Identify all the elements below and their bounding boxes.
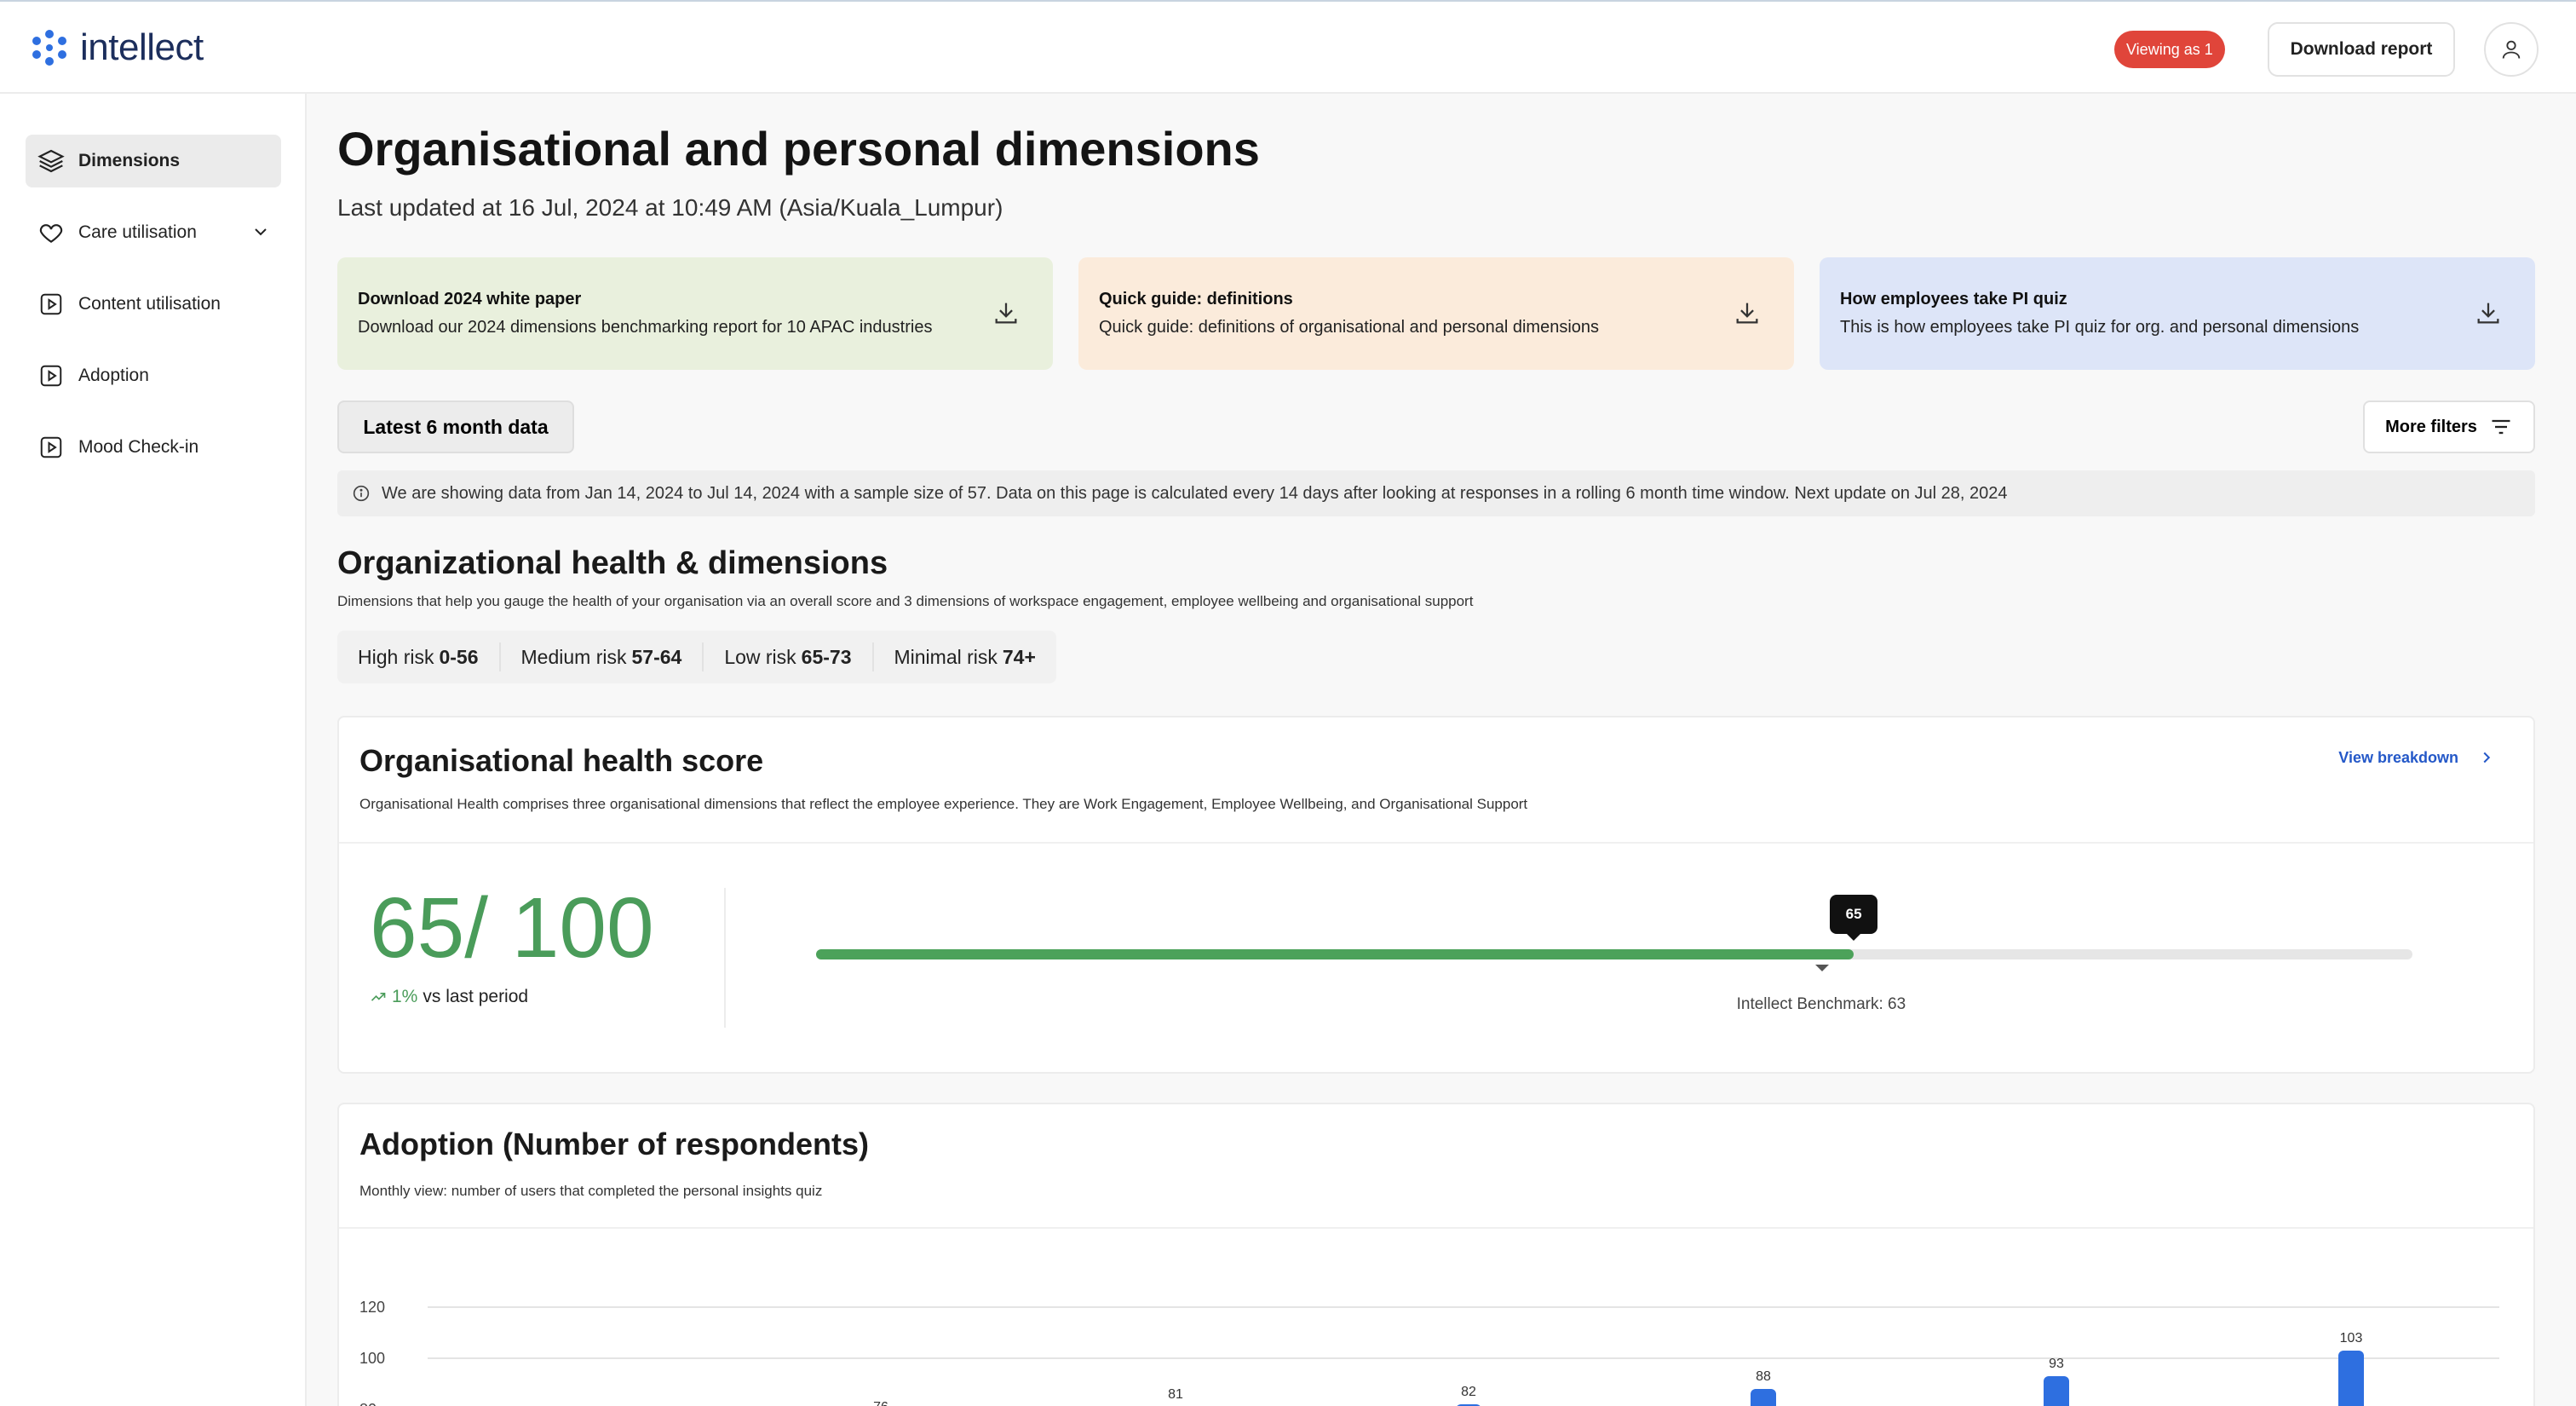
- page-title: Organisational and personal dimensions: [337, 122, 1260, 176]
- card-title: Quick guide: definitions: [1099, 290, 1293, 308]
- bar-value-label: 76: [873, 1400, 888, 1406]
- last-updated-text: Last updated at 16 Jul, 2024 at 10:49 AM…: [337, 194, 1003, 221]
- download-icon[interactable]: [1733, 298, 1762, 331]
- more-filters-button[interactable]: More filters: [2363, 400, 2535, 453]
- sidebar-item-label: Care utilisation: [78, 222, 197, 242]
- logo-text: intellect: [80, 26, 204, 68]
- more-filters-label: More filters: [2385, 417, 2477, 436]
- user-icon: [2502, 40, 2521, 59]
- bar-value-label: 103: [2340, 1331, 2363, 1345]
- adoption-chart: 120 100 80 76 81 82 88 93 103: [359, 1299, 2499, 1406]
- risk-range: 0-56: [439, 645, 479, 668]
- pi-quiz-card[interactable]: How employees take PI quiz This is how e…: [1820, 257, 2535, 370]
- risk-high: High risk 0-56: [337, 642, 501, 671]
- sidebar-item-label: Content utilisation: [78, 294, 221, 314]
- sidebar-item-content-utilisation[interactable]: Content utilisation: [26, 278, 281, 331]
- play-square-icon: [36, 360, 66, 391]
- layers-icon: [36, 146, 66, 176]
- risk-minimal: Minimal risk 74+: [874, 642, 1056, 671]
- adoption-bar[interactable]: [1751, 1389, 1776, 1406]
- sidebar: Dimensions Care utilisation Content util…: [0, 94, 307, 1406]
- bar-value-label: 81: [1168, 1387, 1183, 1402]
- vertical-divider: [724, 888, 726, 1028]
- intellect-logo[interactable]: intellect: [29, 26, 204, 70]
- risk-label: Minimal risk: [894, 645, 998, 668]
- trend-indicator: 1% vs last period: [370, 987, 528, 1007]
- risk-range: 65-73: [801, 645, 852, 668]
- sidebar-item-care-utilisation[interactable]: Care utilisation: [26, 206, 281, 259]
- view-breakdown-link[interactable]: View breakdown: [2338, 748, 2496, 767]
- risk-range: 57-64: [631, 645, 682, 668]
- risk-low: Low risk 65-73: [704, 642, 874, 671]
- quick-guide-card[interactable]: Quick guide: definitions Quick guide: de…: [1078, 257, 1794, 370]
- card-description: Quick guide: definitions of organisation…: [1099, 318, 1600, 337]
- chevron-right-icon: [2483, 752, 2491, 764]
- divider: [339, 842, 2533, 844]
- card-title: Download 2024 white paper: [358, 290, 582, 308]
- health-score-title: Organisational health score: [359, 743, 764, 778]
- view-breakdown-label: View breakdown: [2338, 748, 2458, 766]
- download-report-button[interactable]: Download report: [2268, 22, 2455, 77]
- sidebar-item-adoption[interactable]: Adoption: [26, 349, 281, 402]
- viewing-as-badge: Viewing as 1: [2114, 31, 2225, 68]
- health-score-description: Organisational Health comprises three or…: [359, 796, 1528, 812]
- latest-6-month-chip[interactable]: Latest 6 month data: [337, 400, 574, 453]
- score-progress-track: [816, 949, 2412, 959]
- adoption-bar[interactable]: [2044, 1376, 2069, 1406]
- sidebar-item-dimensions[interactable]: Dimensions: [26, 135, 281, 187]
- download-icon[interactable]: [992, 298, 1021, 331]
- play-square-icon: [36, 432, 66, 463]
- health-score-panel: Organisational health score Organisation…: [337, 716, 2535, 1074]
- benchmark-marker: [1814, 965, 1829, 971]
- sidebar-item-label: Dimensions: [78, 151, 181, 170]
- intellect-logo-icon: [32, 30, 66, 66]
- score-tooltip: 65: [1830, 895, 1878, 941]
- risk-legend: High risk 0-56 Medium risk 57-64 Low risk 6…: [337, 631, 1056, 683]
- white-paper-card[interactable]: Download 2024 white paper Download our 2…: [337, 257, 1053, 370]
- download-icon[interactable]: [2474, 298, 2503, 331]
- adoption-bar[interactable]: [2338, 1351, 2364, 1406]
- filter-icon: [2492, 419, 2510, 435]
- data-info-banner: We are showing data from Jan 14, 2024 to…: [337, 470, 2535, 516]
- risk-medium: Medium risk 57-64: [501, 642, 704, 671]
- bar-value-label: 82: [1461, 1385, 1476, 1399]
- y-tick-label: 80: [359, 1401, 377, 1406]
- sidebar-item-label: Adoption: [78, 366, 149, 385]
- info-text: We are showing data from Jan 14, 2024 to…: [382, 483, 2008, 503]
- user-menu-button[interactable]: [2484, 22, 2539, 77]
- benchmark-label: Intellect Benchmark: 63: [1736, 995, 1906, 1013]
- adoption-panel: Adoption (Number of respondents) Monthly…: [337, 1103, 2535, 1406]
- card-description: This is how employees take PI quiz for o…: [1840, 318, 2360, 337]
- trend-up-icon: [371, 993, 386, 1001]
- risk-label: Medium risk: [520, 645, 627, 668]
- org-section-description: Dimensions that help you gauge the healt…: [337, 593, 1474, 609]
- play-square-icon: [36, 289, 66, 320]
- y-tick-label: 120: [359, 1299, 385, 1316]
- trend-text: vs last period: [423, 987, 529, 1006]
- score-progress-fill: [816, 949, 1854, 959]
- card-title: How employees take PI quiz: [1840, 290, 2067, 308]
- y-tick-label: 100: [359, 1350, 385, 1367]
- top-bar: intellect Viewing as 1 Download report: [0, 0, 2576, 94]
- health-score-value: 65/ 100: [370, 880, 654, 976]
- risk-label: High risk: [358, 645, 434, 668]
- heart-icon: [36, 217, 66, 248]
- sidebar-item-label: Mood Check-in: [78, 437, 199, 457]
- bar-value-label: 93: [2049, 1357, 2064, 1371]
- bar-value-label: 88: [1756, 1369, 1771, 1384]
- sidebar-item-mood-check-in[interactable]: Mood Check-in: [26, 421, 281, 474]
- risk-label: Low risk: [724, 645, 796, 668]
- info-icon: [353, 485, 370, 502]
- card-description: Download our 2024 dimensions benchmarkin…: [358, 318, 933, 337]
- org-section-title: Organizational health & dimensions: [337, 545, 888, 581]
- risk-range: 74+: [1002, 645, 1036, 668]
- trend-percent: 1%: [392, 987, 418, 1006]
- chevron-down-icon[interactable]: [250, 222, 271, 247]
